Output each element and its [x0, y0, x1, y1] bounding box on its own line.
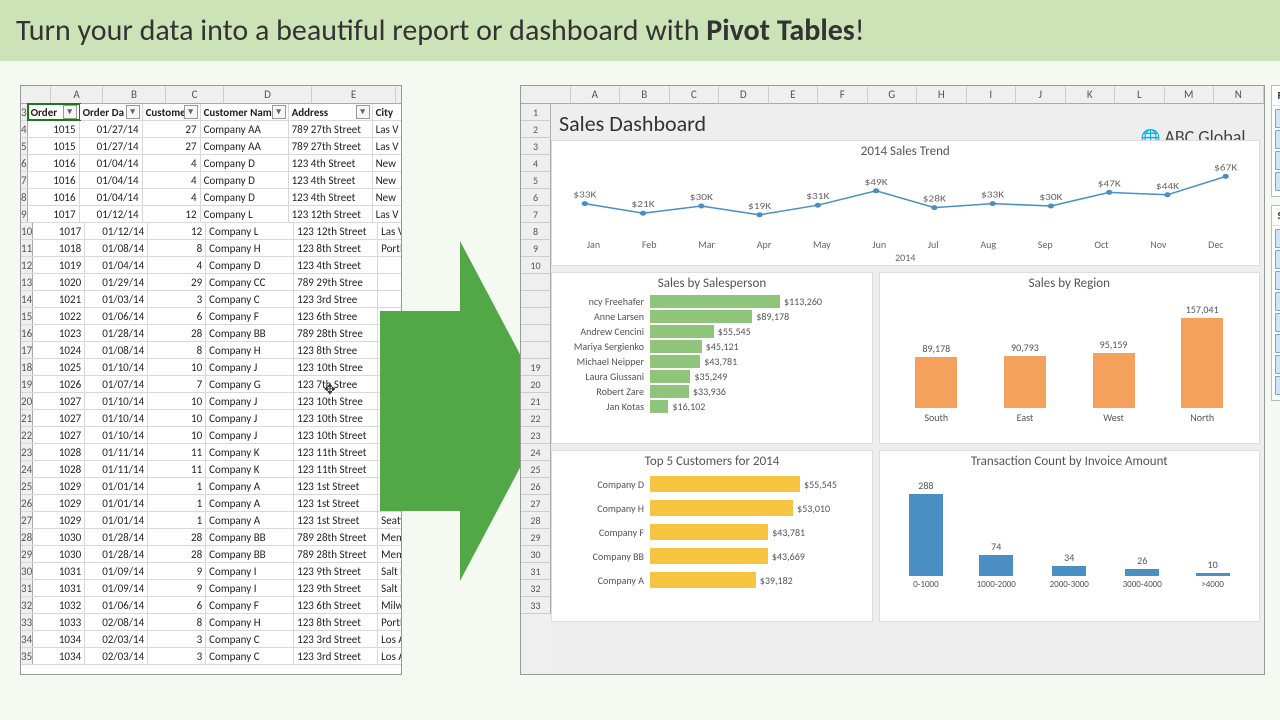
salesperson-slicer[interactable]: Salesperson⧩ Andrew CenciniAnne LarsenJa…	[1271, 205, 1280, 401]
slicer-item[interactable]: Andrew Cencini	[1275, 229, 1280, 248]
slicer-item[interactable]: Nancy Freehafer	[1275, 355, 1280, 374]
source-spreadsheet[interactable]: ABCDEF 3OrderOrder DaCustomerCustomer Na…	[20, 85, 402, 675]
slicer-item[interactable]: East	[1275, 109, 1280, 128]
slicer-item[interactable]: Robert Zare	[1275, 376, 1280, 395]
transaction-chart[interactable]: Transaction Count by Invoice Amount 2880…	[879, 450, 1260, 622]
svg-text:$33K: $33K	[573, 189, 597, 200]
svg-text:$30K: $30K	[1039, 191, 1063, 202]
svg-text:$19K: $19K	[748, 200, 772, 211]
slicer-item[interactable]: West	[1275, 172, 1280, 191]
top5-chart[interactable]: Top 5 Customers for 2014 Company D$55,54…	[551, 450, 873, 622]
slicer-item[interactable]: Laura Giussani	[1275, 292, 1280, 311]
slicer-item[interactable]: Mariya Sergienko	[1275, 313, 1280, 332]
slicer-item[interactable]: Jan Kotas	[1275, 271, 1280, 290]
svg-text:$28K: $28K	[923, 193, 947, 204]
slicer-item[interactable]: South	[1275, 151, 1280, 170]
svg-text:$49K: $49K	[865, 176, 889, 187]
svg-text:$21K: $21K	[631, 198, 655, 209]
slicer-item[interactable]: Anne Larsen	[1275, 250, 1280, 269]
svg-text:$67K: $67K	[1214, 162, 1238, 173]
slicer-item[interactable]: Michael Neipper	[1275, 334, 1280, 353]
svg-text:$30K: $30K	[690, 191, 714, 202]
banner: Turn your data into a beautiful report o…	[0, 0, 1280, 61]
slicer-item[interactable]: North	[1275, 130, 1280, 149]
svg-text:$44K: $44K	[1156, 180, 1180, 191]
trend-chart[interactable]: 2014 Sales Trend $33K$21K$30K$19K$31K$49…	[551, 140, 1260, 266]
dashboard-spreadsheet[interactable]: ABCDEFGHIJKLMN 1234567891019202122232425…	[520, 85, 1265, 675]
svg-text:$31K: $31K	[806, 190, 830, 201]
salesperson-chart[interactable]: Sales by Salesperson ncy Freehafer$113,2…	[551, 272, 873, 444]
region-chart[interactable]: Sales by Region 89,178South90,793East95,…	[879, 272, 1260, 444]
region-slicer[interactable]: Region⧩ EastNorthSouthWest	[1271, 85, 1280, 197]
svg-text:$33K: $33K	[981, 189, 1005, 200]
svg-text:$47K: $47K	[1098, 178, 1122, 189]
